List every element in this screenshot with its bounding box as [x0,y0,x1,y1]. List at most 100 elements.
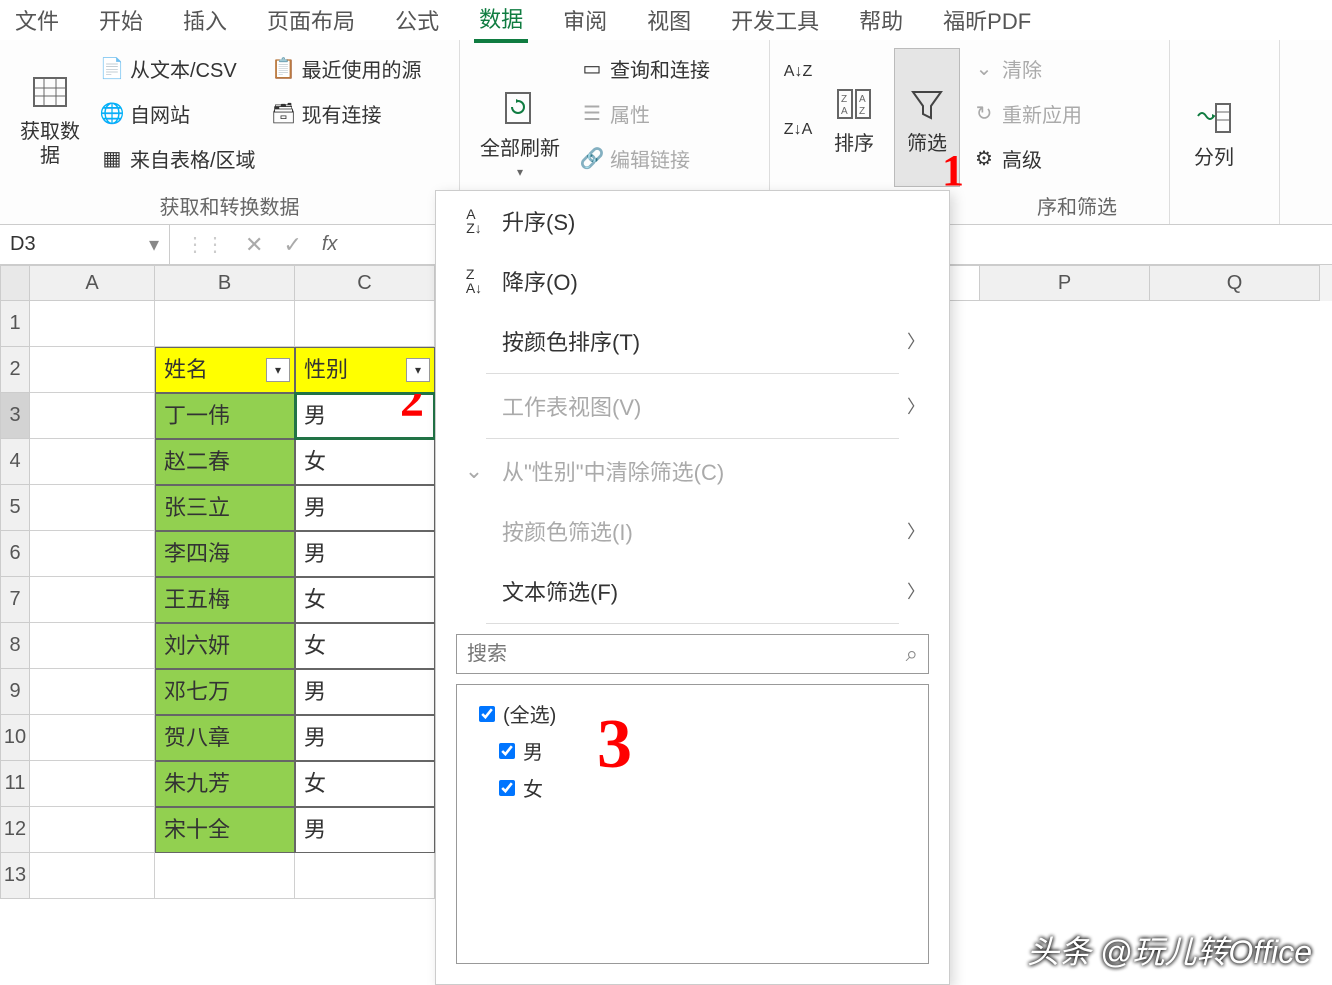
filter-search-box[interactable]: ⌕ [456,634,929,674]
text-filter-item[interactable]: 文本筛选(F) 〉 [436,561,949,621]
tab-help[interactable]: 帮助 [854,0,908,41]
cell-selected[interactable]: 男 2 [295,393,435,439]
existing-connections-button[interactable]: 🗃现有连接 [268,97,426,130]
tab-foxit-pdf[interactable]: 福昕PDF [938,0,1036,41]
properties-button[interactable]: ☰属性 [576,97,714,130]
name-box[interactable]: D3 ▾ [0,225,170,264]
text-to-columns-button[interactable]: 分列 [1182,48,1246,216]
cell[interactable] [30,439,155,485]
col-header-p[interactable]: P [980,265,1150,301]
clear-filter-button[interactable]: ⌄清除 [968,52,1086,85]
check-female[interactable]: 女 [467,769,918,806]
sort-asc-button[interactable]: A↓Z [782,58,814,86]
row-header[interactable]: 1 [0,301,30,347]
row-header[interactable]: 8 [0,623,30,669]
tab-insert[interactable]: 插入 [178,0,232,41]
col-header-b[interactable]: B [155,265,295,301]
cell[interactable] [30,301,155,347]
cell[interactable] [30,807,155,853]
recent-sources-button[interactable]: 📋最近使用的源 [268,52,426,85]
reapply-button[interactable]: ↻重新应用 [968,97,1086,130]
row-header[interactable]: 2 [0,347,30,393]
cell[interactable] [30,853,155,899]
cell[interactable] [30,669,155,715]
col-header-c[interactable]: C [295,265,435,301]
cell[interactable]: 丁一伟 [155,393,295,439]
sort-desc-button[interactable]: Z↓A [782,116,814,144]
cell[interactable]: 王五梅 [155,577,295,623]
cell[interactable] [30,485,155,531]
check-male[interactable]: 男 [467,732,918,769]
cell[interactable]: 男 [295,531,435,577]
cell[interactable] [155,301,295,347]
cell[interactable]: 李四海 [155,531,295,577]
get-data-button[interactable]: 获取数 据 [12,48,88,187]
cell[interactable]: 张三立 [155,485,295,531]
from-text-csv-button[interactable]: 📄从文本/CSV [96,52,260,85]
cell[interactable] [30,715,155,761]
advanced-filter-button[interactable]: ⚙高级 [968,142,1086,175]
tab-developer[interactable]: 开发工具 [726,0,824,41]
cancel-icon[interactable]: ✕ [245,232,263,258]
row-header[interactable]: 10 [0,715,30,761]
cell[interactable] [295,853,435,899]
filter-button[interactable]: 筛选 1 [894,48,960,187]
row-header[interactable]: 9 [0,669,30,715]
table-header-gender[interactable]: 性别 ▾ [295,347,435,393]
cell[interactable]: 女 [295,577,435,623]
filter-by-color-item[interactable]: 按颜色筛选(I) 〉 [436,501,949,561]
cell[interactable]: 男 [295,485,435,531]
cell[interactable]: 女 [295,761,435,807]
cell[interactable] [30,577,155,623]
tab-page-layout[interactable]: 页面布局 [262,0,360,41]
row-header[interactable]: 4 [0,439,30,485]
confirm-icon[interactable]: ✓ [283,232,301,258]
filter-search-input[interactable] [467,643,906,666]
queries-connections-button[interactable]: ▭查询和连接 [576,52,714,85]
cell[interactable] [155,853,295,899]
tab-data[interactable]: 数据 [474,0,528,43]
tab-formulas[interactable]: 公式 [390,0,444,41]
from-table-range-button[interactable]: ▦来自表格/区域 [96,142,260,175]
cell[interactable]: 宋十全 [155,807,295,853]
row-header[interactable]: 12 [0,807,30,853]
cell[interactable]: 男 [295,807,435,853]
fx-icon[interactable]: fx [322,233,338,256]
cell[interactable]: 男 [295,669,435,715]
filter-dropdown-gender[interactable]: ▾ [406,358,430,382]
sort-ascending-item[interactable]: AZ↓ 升序(S) [436,191,949,251]
cell[interactable] [30,347,155,393]
row-header[interactable]: 6 [0,531,30,577]
sheet-view-item[interactable]: 工作表视图(V) 〉 [436,376,949,436]
col-header-a[interactable]: A [30,265,155,301]
cell-grid[interactable]: 姓名 ▾ 性别 ▾ 丁一伟 男 2 赵二春女 张三立男 李四海男 王五梅 [30,301,435,899]
cell[interactable] [30,761,155,807]
row-header[interactable]: 11 [0,761,30,807]
cell[interactable] [30,623,155,669]
row-header[interactable]: 3 [0,393,30,439]
cell[interactable]: 刘六妍 [155,623,295,669]
table-header-name[interactable]: 姓名 ▾ [155,347,295,393]
cell[interactable]: 邓七万 [155,669,295,715]
cell[interactable]: 赵二春 [155,439,295,485]
tab-view[interactable]: 视图 [642,0,696,41]
from-web-button[interactable]: 🌐自网站 [96,97,260,130]
cell[interactable]: 贺八章 [155,715,295,761]
check-select-all[interactable]: (全选) [467,695,918,732]
col-header-q[interactable]: Q [1150,265,1320,301]
clear-filter-item[interactable]: ⌄ 从"性别"中清除筛选(C) [436,441,949,501]
row-header[interactable]: 7 [0,577,30,623]
sort-button[interactable]: ZAAZ 排序 [822,48,886,187]
edit-links-button[interactable]: 🔗编辑链接 [576,142,714,175]
row-header[interactable]: 5 [0,485,30,531]
cell[interactable] [30,531,155,577]
row-header[interactable]: 13 [0,853,30,899]
sort-descending-item[interactable]: ZA↓ 降序(O) [436,251,949,311]
tab-home[interactable]: 开始 [94,0,148,41]
cell[interactable]: 女 [295,623,435,669]
cell[interactable] [295,301,435,347]
filter-dropdown-name[interactable]: ▾ [266,358,290,382]
cell[interactable]: 男 [295,715,435,761]
cell[interactable]: 女 [295,439,435,485]
select-all-corner[interactable] [0,265,30,301]
